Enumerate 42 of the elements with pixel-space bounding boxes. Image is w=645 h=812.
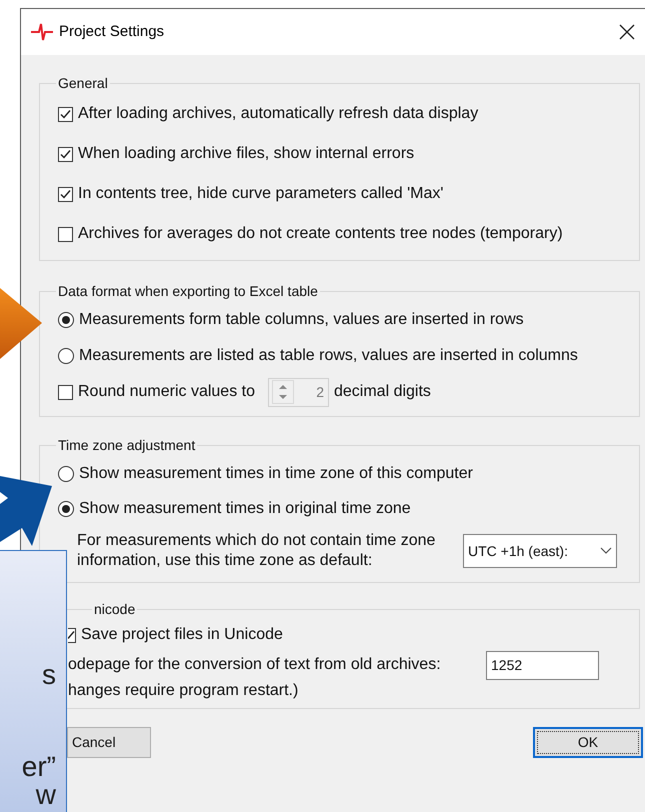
callout-text: s <box>42 661 56 689</box>
checkbox[interactable] <box>58 106 73 122</box>
group-title: General <box>57 74 109 93</box>
dialog-button[interactable]: Cancel <box>67 727 151 758</box>
field-label: odepage for the conversion of text from old archives: <box>68 655 441 675</box>
radio-button[interactable] <box>58 348 74 364</box>
pointer-arrow <box>0 288 44 360</box>
pointer-arrow <box>0 476 54 548</box>
checkbox[interactable] <box>58 226 73 242</box>
checkbox[interactable] <box>58 384 73 400</box>
time-zone-dropdown[interactable]: UTC +1h (east): <box>463 534 617 568</box>
field-label: For measurements which do not contain time zone information, use this time zone as default: <box>77 531 436 571</box>
checkbox-label: After loading archives, automatically refresh data display <box>78 104 478 124</box>
radio-button[interactable] <box>58 500 74 516</box>
callout-text: w <box>36 781 56 809</box>
group-title: nicode <box>93 600 136 619</box>
radio-label: Measurements are listed as table rows, values are inserted in columns <box>79 346 578 366</box>
checkbox[interactable] <box>58 146 73 162</box>
checkbox[interactable] <box>68 628 76 642</box>
checkbox[interactable] <box>58 186 73 202</box>
spin-arrows-icon[interactable] <box>272 380 294 404</box>
radio-label: Show measurement times in original time zone <box>79 498 411 518</box>
group-title: Data format when exporting to Excel table <box>57 282 319 301</box>
radio-button[interactable] <box>58 466 74 482</box>
spinner-suffix: decimal digits <box>334 382 431 402</box>
number-spinner[interactable]: 2 <box>268 378 329 406</box>
note-text: hanges require program restart.) <box>68 681 298 701</box>
radio-label: Measurements form table columns, values are inserted in rows <box>79 310 524 330</box>
radio-button[interactable] <box>58 312 74 328</box>
radio-label: Show measurement times in time zone of this computer <box>79 464 473 484</box>
codepage-input[interactable]: 1252 <box>486 650 599 680</box>
checkbox-label: Save project files in Unicode <box>81 625 283 645</box>
group-title: Time zone adjustment <box>57 436 196 455</box>
pulse-icon <box>31 22 53 42</box>
callout-text: er” <box>22 753 56 781</box>
chevron-down-icon <box>600 547 612 555</box>
checkbox-label: When loading archive files, show internal errors <box>78 144 414 164</box>
checkbox-label: In contents tree, hide curve parameters called 'Max' <box>78 184 444 204</box>
checkbox-label: Round numeric values to <box>78 382 255 402</box>
window-title: Project Settings <box>59 22 164 42</box>
dialog-button[interactable]: OK <box>533 727 643 758</box>
checkbox-label: Archives for averages do not create contents tree nodes (temporary) <box>78 224 563 244</box>
